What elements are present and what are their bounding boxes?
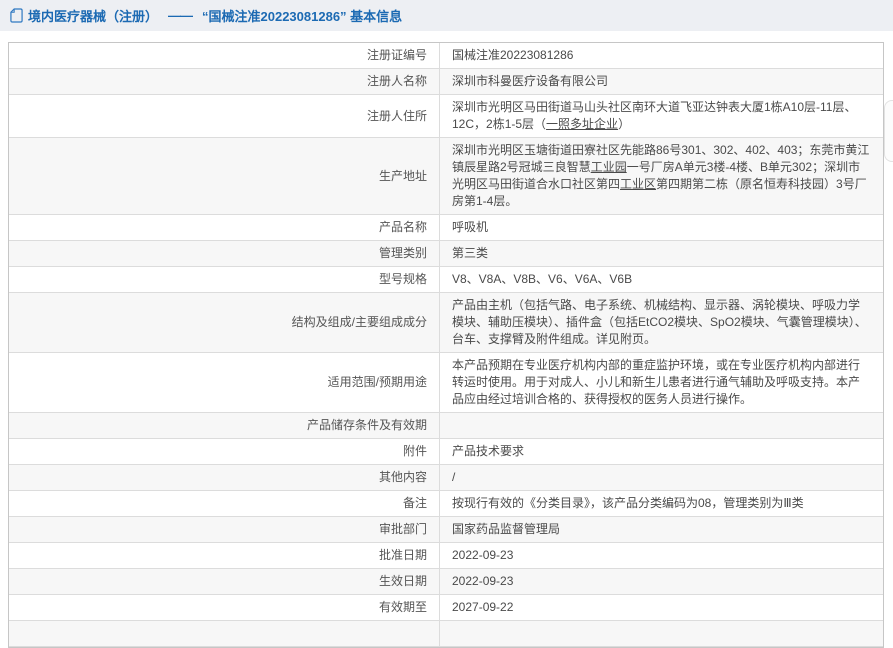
table-row: 产品名称 呼吸机: [9, 215, 883, 241]
row-value-cell: /: [440, 465, 883, 490]
row-value: 2022-09-23: [452, 547, 513, 564]
side-widget[interactable]: [884, 100, 893, 162]
value-text: 呼吸机: [452, 220, 489, 234]
table-row: 型号规格 V8、V8A、V8B、V6、V6A、V6B: [9, 267, 883, 293]
row-value-cell: [440, 621, 883, 646]
row-label: 生效日期: [9, 569, 440, 594]
value-text: 国械注准20223081286: [452, 48, 574, 62]
value-text: 产品技术要求: [452, 444, 525, 458]
row-value: 本产品预期在专业医疗机构内部的重症监护环境，或在专业医疗机构内部进行转运时使用。…: [452, 357, 871, 408]
row-value-cell: 深圳市光明区马田街道马山头社区南环大道飞亚达钟表大厦1栋A10层-11层、12C…: [440, 95, 883, 137]
page-header: 境内医疗器械（注册） —— “国械注准20223081286” 基本信息: [0, 0, 893, 31]
row-label: 注册人名称: [9, 69, 440, 94]
table-row: 结构及组成/主要组成成分 产品由主机（包括气路、电子系统、机械结构、显示器、涡轮…: [9, 293, 883, 353]
value-text: /: [452, 470, 456, 484]
table-row: 适用范围/预期用途 本产品预期在专业医疗机构内部的重症监护环境，或在专业医疗机构…: [9, 353, 883, 413]
row-label: 注册人住所: [9, 95, 440, 137]
row-value-cell: V8、V8A、V8B、V6、V6A、V6B: [440, 267, 883, 292]
value-text: 2022-09-23: [452, 548, 514, 562]
row-value: 2027-09-22: [452, 599, 513, 616]
table-row: 生效日期 2022-09-23: [9, 569, 883, 595]
header-title-main: “国械注准20223081286” 基本信息: [202, 9, 403, 24]
row-label: 其他内容: [9, 465, 440, 490]
row-value: /: [452, 469, 455, 486]
value-text: 2027-09-22: [452, 600, 514, 614]
table-row: 附件 产品技术要求: [9, 439, 883, 465]
value-text: 深圳市科曼医疗设备有限公司: [452, 74, 609, 88]
row-value-cell: 深圳市光明区玉塘街道田寮社区先能路86号301、302、402、403；东莞市黄…: [440, 138, 883, 214]
table-row: 注册人住所 深圳市光明区马田街道马山头社区南环大道飞亚达钟表大厦1栋A10层-1…: [9, 95, 883, 138]
row-label: 批准日期: [9, 543, 440, 568]
row-value-cell: 深圳市科曼医疗设备有限公司: [440, 69, 883, 94]
table-row: 注册证编号 国械注准20223081286: [9, 43, 883, 69]
row-value-cell: 2027-09-22: [440, 595, 883, 620]
row-value: 深圳市光明区玉塘街道田寮社区先能路86号301、302、402、403；东莞市黄…: [452, 142, 871, 210]
value-text: 本产品预期在专业医疗机构内部的重症监护环境，或在专业医疗机构内部进行转运时使用。…: [452, 358, 861, 406]
row-value-cell: 2022-09-23: [440, 543, 883, 568]
row-label: 审批部门: [9, 517, 440, 542]
row-label: 产品名称: [9, 215, 440, 240]
row-value-cell: 国械注准20223081286: [440, 43, 883, 68]
row-label: [9, 621, 440, 646]
row-value-cell: [440, 413, 883, 438]
value-text: ）: [618, 117, 631, 131]
row-value: 产品由主机（包括气路、电子系统、机械结构、显示器、涡轮模块、呼吸力学模块、辅助压…: [452, 297, 871, 348]
table-row: 管理类别 第三类: [9, 241, 883, 267]
row-value-cell: 2022-09-23: [440, 569, 883, 594]
row-value: 呼吸机: [452, 219, 488, 236]
row-label: 生产地址: [9, 138, 440, 214]
table-row: 产品储存条件及有效期: [9, 413, 883, 439]
registration-info-table: 注册证编号 国械注准20223081286 注册人名称 深圳市科曼医疗设备有限公…: [8, 42, 884, 648]
row-label: 有效期至: [9, 595, 440, 620]
row-label: 注册证编号: [9, 43, 440, 68]
row-label: 型号规格: [9, 267, 440, 292]
row-label: 管理类别: [9, 241, 440, 266]
underlined-term[interactable]: 一照多址企业: [546, 117, 618, 131]
row-value-cell: 产品由主机（包括气路、电子系统、机械结构、显示器、涡轮模块、呼吸力学模块、辅助压…: [440, 293, 883, 352]
row-value-cell: 产品技术要求: [440, 439, 883, 464]
row-value: 第三类: [452, 245, 488, 262]
table-row: 备注 按现行有效的《分类目录》，该产品分类编码为08，管理类别为Ⅲ类: [9, 491, 883, 517]
header-dash: ——: [168, 8, 193, 23]
row-value-cell: 国家药品监督管理局: [440, 517, 883, 542]
underlined-term[interactable]: 工业园: [591, 160, 627, 174]
value-text: 产品由主机（包括气路、电子系统、机械结构、显示器、涡轮模块、呼吸力学模块、辅助压…: [452, 298, 867, 346]
value-text: 深圳市光明区马田街道马山头社区南环大道飞亚达钟表大厦1栋A10层-11层、12C…: [452, 100, 857, 131]
row-value-cell: 呼吸机: [440, 215, 883, 240]
table-row: 其他内容 /: [9, 465, 883, 491]
row-value: V8、V8A、V8B、V6、V6A、V6B: [452, 271, 632, 288]
table-row: [9, 621, 883, 647]
row-label: 附件: [9, 439, 440, 464]
row-label: 适用范围/预期用途: [9, 353, 440, 412]
header-title-prefix: 境内医疗器械（注册）: [28, 9, 159, 24]
row-value-cell: 按现行有效的《分类目录》，该产品分类编码为08，管理类别为Ⅲ类: [440, 491, 883, 516]
table-row: 有效期至 2027-09-22: [9, 595, 883, 621]
row-label: 备注: [9, 491, 440, 516]
value-text: 2022-09-23: [452, 574, 514, 588]
row-value: 深圳市科曼医疗设备有限公司: [452, 73, 608, 90]
row-value: 国械注准20223081286: [452, 47, 573, 64]
table-row: 批准日期 2022-09-23: [9, 543, 883, 569]
row-value: 2022-09-23: [452, 573, 513, 590]
underlined-term[interactable]: 工业区: [620, 177, 656, 191]
value-text: 第三类: [452, 246, 489, 260]
table-row: 审批部门 国家药品监督管理局: [9, 517, 883, 543]
document-icon: [10, 8, 23, 23]
row-label: 结构及组成/主要组成成分: [9, 293, 440, 352]
row-value-cell: 本产品预期在专业医疗机构内部的重症监护环境，或在专业医疗机构内部进行转运时使用。…: [440, 353, 883, 412]
row-value: 国家药品监督管理局: [452, 521, 560, 538]
row-value: 按现行有效的《分类目录》，该产品分类编码为08，管理类别为Ⅲ类: [452, 495, 804, 512]
table-row: 生产地址 深圳市光明区玉塘街道田寮社区先能路86号301、302、402、403…: [9, 138, 883, 215]
row-value: 产品技术要求: [452, 443, 524, 460]
row-label: 产品储存条件及有效期: [9, 413, 440, 438]
value-text: 国家药品监督管理局: [452, 522, 561, 536]
row-value: 深圳市光明区马田街道马山头社区南环大道飞亚达钟表大厦1栋A10层-11层、12C…: [452, 99, 871, 133]
value-text: V8、V8A、V8B、V6、V6A、V6B: [452, 272, 633, 286]
table-row: 注册人名称 深圳市科曼医疗设备有限公司: [9, 69, 883, 95]
value-text: 按现行有效的《分类目录》，该产品分类编码为08，管理类别为Ⅲ类: [452, 496, 804, 510]
row-value-cell: 第三类: [440, 241, 883, 266]
